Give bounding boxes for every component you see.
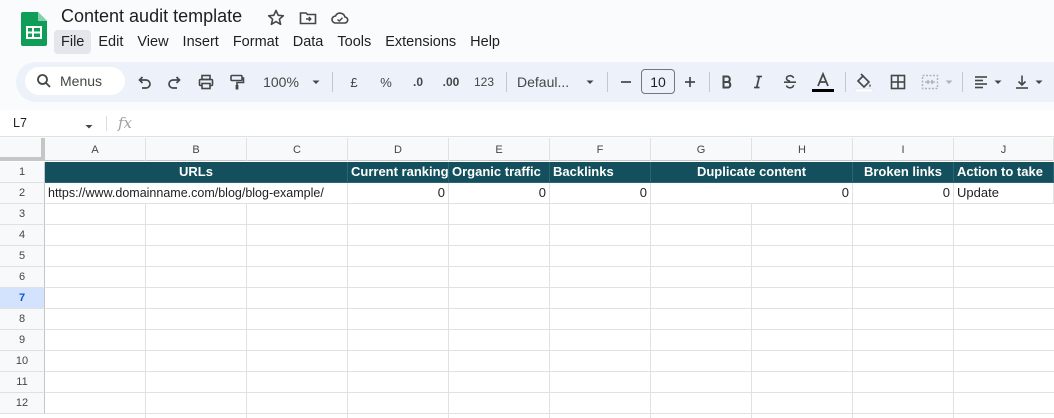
vertical-align-icon[interactable] (1010, 70, 1034, 94)
toolbar-separator (332, 72, 333, 92)
toolbar-separator (709, 72, 710, 92)
menu-view[interactable]: View (130, 30, 175, 54)
borders-icon[interactable] (886, 70, 910, 94)
cell-g2[interactable]: 0 (651, 183, 853, 204)
column-header-c[interactable]: C (247, 138, 348, 161)
menu-file[interactable]: File (54, 30, 92, 54)
column-header-g[interactable]: G (651, 138, 752, 161)
toolbar-separator (962, 72, 963, 92)
row-header-8[interactable]: 8 (0, 309, 45, 330)
document-title[interactable]: Content audit template (61, 6, 242, 27)
toolbar-separator (845, 72, 846, 92)
formula-bar: L7 fx (0, 110, 1054, 137)
search-placeholder: Menus (60, 73, 103, 89)
cell-i2[interactable]: 0 (853, 183, 954, 204)
column-headers: A B C D E F G H I J (0, 138, 1054, 161)
paint-format-icon[interactable] (225, 70, 249, 94)
toolbar-separator (607, 72, 608, 92)
menu-search[interactable]: Menus (25, 67, 125, 95)
row-header-10[interactable]: 10 (0, 351, 45, 372)
fill-color-icon[interactable] (852, 70, 876, 94)
font-dropdown-icon[interactable] (582, 70, 598, 94)
decrease-decimal-button[interactable]: .0 (407, 70, 429, 94)
cell-i1[interactable]: Broken links (853, 162, 954, 183)
undo-icon[interactable] (132, 70, 156, 94)
row-header-7[interactable]: 7 (0, 288, 45, 309)
italic-icon[interactable] (747, 70, 769, 94)
column-header-e[interactable]: E (449, 138, 550, 161)
currency-format-button[interactable]: £ (344, 70, 364, 94)
decrease-font-size-icon[interactable] (616, 70, 636, 94)
number-format-button[interactable]: 123 (471, 70, 497, 94)
row-header-9[interactable]: 9 (0, 330, 45, 351)
spreadsheet-grid: A B C D E F G H I J 1 2 3 4 5 6 7 8 9 10… (0, 138, 1054, 418)
cell-a2-url[interactable]: https://www.domainname.com/blog/blog-exa… (45, 183, 348, 204)
column-header-a[interactable]: A (45, 138, 146, 161)
zoom-dropdown-icon[interactable] (308, 70, 324, 94)
row-header-12[interactable]: 12 (0, 393, 45, 414)
cell-f1[interactable]: Backlinks (550, 162, 651, 183)
menu-extensions[interactable]: Extensions (378, 30, 463, 54)
font-select[interactable]: Defaul... (517, 70, 577, 94)
text-color-icon[interactable] (810, 70, 836, 94)
menu-format[interactable]: Format (226, 30, 286, 54)
row-header-11[interactable]: 11 (0, 372, 45, 393)
column-header-d[interactable]: D (348, 138, 449, 161)
star-icon[interactable] (266, 8, 286, 28)
cell-e2[interactable]: 0 (449, 183, 550, 204)
zoom-value[interactable]: 100% (260, 70, 302, 94)
cell-j2[interactable]: Update (954, 183, 1054, 204)
cell-a1-urls[interactable]: URLs (45, 162, 348, 183)
cell-e1[interactable]: Organic traffic (449, 162, 550, 183)
formula-separator (106, 116, 107, 131)
name-box-dropdown-icon[interactable] (84, 119, 94, 137)
fx-icon: fx (118, 114, 133, 132)
cell-f2[interactable]: 0 (550, 183, 651, 204)
bold-icon[interactable] (716, 70, 738, 94)
row-header-5[interactable]: 5 (0, 246, 45, 267)
empty-cells-grid[interactable] (45, 204, 1054, 418)
move-folder-icon[interactable] (298, 8, 318, 28)
increase-decimal-button[interactable]: .00 (438, 70, 464, 94)
column-header-b[interactable]: B (146, 138, 247, 161)
print-icon[interactable] (194, 70, 218, 94)
name-box[interactable]: L7 (13, 116, 27, 130)
column-header-i[interactable]: I (853, 138, 954, 161)
menu-edit[interactable]: Edit (91, 30, 130, 54)
cell-g1[interactable]: Duplicate content (651, 162, 853, 183)
toolbar: Menus 100% £ % .0 .00 123 Defaul... 10 (16, 62, 1054, 102)
row-header-3[interactable]: 3 (0, 204, 45, 225)
row-header-4[interactable]: 4 (0, 225, 45, 246)
percent-format-button[interactable]: % (375, 70, 397, 94)
merge-dropdown-icon[interactable] (942, 70, 956, 94)
cell-d1[interactable]: Current ranking (348, 162, 449, 183)
cell-j1[interactable]: Action to take (954, 162, 1054, 183)
column-header-h[interactable]: H (752, 138, 853, 161)
select-all-corner[interactable] (0, 138, 45, 161)
strikethrough-icon[interactable] (779, 70, 801, 94)
row-header-2[interactable]: 2 (0, 183, 45, 204)
search-icon (36, 73, 52, 94)
cloud-saved-icon[interactable] (330, 8, 350, 28)
row-header-1[interactable]: 1 (0, 162, 45, 183)
menu-bar: File Edit View Insert Format Data Tools … (54, 30, 507, 54)
menu-tools[interactable]: Tools (330, 30, 378, 54)
align-dropdown-icon[interactable] (992, 70, 1004, 94)
merge-cells-icon[interactable] (918, 70, 942, 94)
column-header-f[interactable]: F (550, 138, 651, 161)
column-header-j[interactable]: J (954, 138, 1054, 161)
menu-insert[interactable]: Insert (176, 30, 226, 54)
redo-icon[interactable] (163, 70, 187, 94)
cell-d2[interactable]: 0 (348, 183, 449, 204)
title-bar: Content audit template File Edit View In… (0, 0, 1054, 60)
font-size-input[interactable]: 10 (641, 69, 675, 94)
horizontal-align-icon[interactable] (969, 70, 993, 94)
row-header-6[interactable]: 6 (0, 267, 45, 288)
increase-font-size-icon[interactable] (680, 70, 700, 94)
menu-help[interactable]: Help (463, 30, 507, 54)
sheets-logo-icon[interactable] (21, 12, 47, 46)
menu-data[interactable]: Data (286, 30, 331, 54)
valign-dropdown-icon[interactable] (1033, 70, 1045, 94)
toolbar-separator (506, 72, 507, 92)
